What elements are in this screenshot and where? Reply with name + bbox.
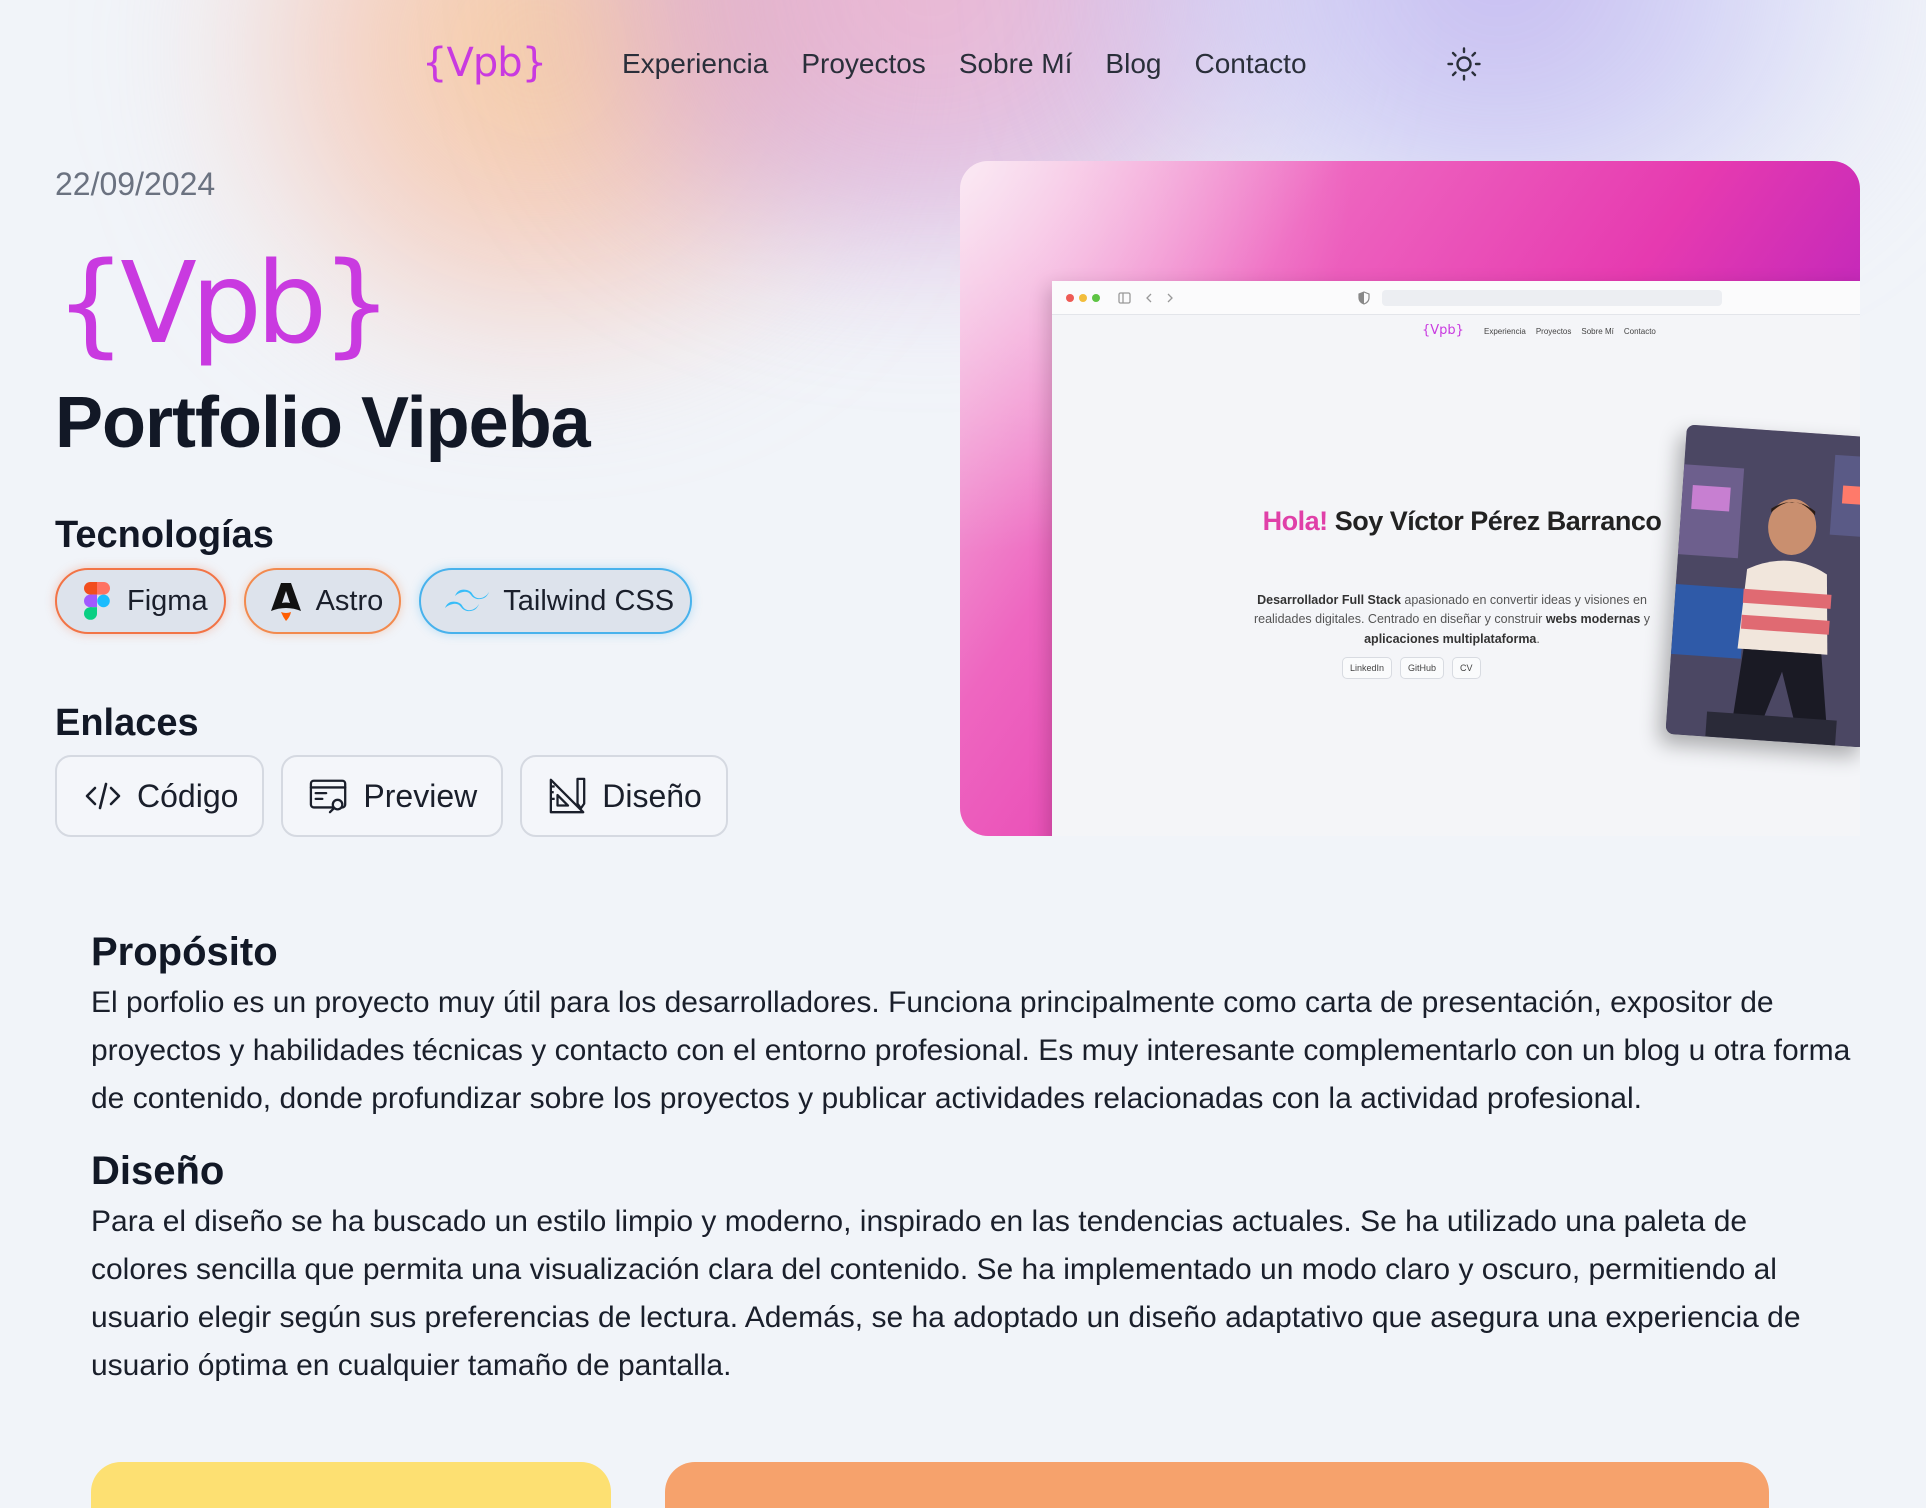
close-dot-icon — [1066, 294, 1074, 302]
nav-link-experiencia[interactable]: Experiencia — [622, 48, 768, 80]
link-buttons: Código Preview Diseño — [55, 755, 728, 837]
tailwind-icon — [443, 581, 491, 621]
nav-link-proyectos[interactable]: Proyectos — [801, 48, 926, 80]
preview-github-button: GitHub — [1400, 657, 1445, 679]
preview-hola: Hola! — [1262, 506, 1329, 536]
preview-subtitle: Desarrollador Full Stack apasionado en c… — [1242, 591, 1662, 649]
tech-badge-tailwind: Tailwind CSS — [419, 568, 693, 634]
link-label: Código — [137, 777, 239, 814]
mini-nav-link: Experiencia — [1484, 327, 1526, 336]
project-preview-card: {Vpb} Experiencia Proyectos Sobre Mí Con… — [960, 161, 1860, 836]
shield-icon — [1358, 291, 1370, 305]
color-card-orange — [665, 1462, 1769, 1508]
mini-nav-links: Experiencia Proyectos Sobre Mí Contacto — [1484, 327, 1656, 336]
tech-label: Tailwind CSS — [503, 584, 675, 617]
browser-toolbar — [1052, 281, 1860, 315]
tech-label: Astro — [315, 584, 384, 617]
code-icon — [83, 776, 123, 816]
mini-nav-link: Contacto — [1623, 327, 1656, 336]
preview-headline: Hola! Soy Víctor Pérez Barranco — [1252, 507, 1672, 535]
browser-mockup: {Vpb} Experiencia Proyectos Sobre Mí Con… — [1052, 281, 1860, 836]
preview-icon — [309, 776, 349, 816]
preview-name: Soy Víctor Pérez Barranco — [1334, 506, 1662, 536]
page-title: Portfolio Vipeba — [55, 383, 591, 463]
site-logo[interactable]: {Vpb} — [422, 40, 547, 86]
preview-sub-bold: webs modernas — [1545, 612, 1641, 627]
minimize-dot-icon — [1079, 294, 1087, 302]
maximize-dot-icon — [1092, 294, 1100, 302]
astro-icon — [268, 581, 304, 621]
tech-badge-astro: Astro — [243, 568, 402, 634]
mini-logo: {Vpb} — [1422, 323, 1464, 338]
tech-badges: Figma Astro Tailwind CSS — [55, 568, 693, 634]
link-label: Diseño — [602, 777, 702, 814]
section-text-proposito: El porfolio es un proyecto muy útil para… — [91, 986, 1851, 1115]
project-logo: {Vpb} — [55, 239, 392, 369]
preview-buttons: LinkedIn GitHub CV — [1342, 657, 1481, 679]
project-content: Propósito El porfolio es un proyecto muy… — [91, 930, 1851, 1416]
nav-link-blog[interactable]: Blog — [1105, 48, 1161, 80]
theme-toggle-button[interactable] — [1446, 46, 1482, 82]
preview-sub-bold: Desarrollador Full Stack — [1257, 593, 1401, 607]
preview-linkedin-button: LinkedIn — [1342, 657, 1393, 679]
preview-sub-text: . — [1536, 631, 1540, 646]
mini-nav-link: Proyectos — [1535, 327, 1572, 336]
profile-photo — [1665, 424, 1860, 748]
preview-sub-text: y — [1643, 612, 1651, 627]
url-bar — [1382, 290, 1722, 306]
mini-nav-link: Sobre Mí — [1581, 327, 1614, 336]
figma-icon — [79, 581, 115, 621]
tech-label: Figma — [127, 584, 208, 617]
section-heading-diseno: Diseño — [91, 1149, 225, 1193]
preview-cv-button: CV — [1452, 657, 1481, 679]
code-link-button[interactable]: Código — [55, 755, 265, 837]
design-icon — [548, 776, 588, 816]
nav-link-sobre-mi[interactable]: Sobre Mí — [959, 48, 1073, 80]
top-navigation: {Vpb} Experiencia Proyectos Sobre Mí Blo… — [0, 28, 1926, 104]
person-illustration — [1665, 424, 1860, 748]
browser-nav-icon — [1118, 292, 1173, 304]
tech-badge-figma: Figma — [55, 568, 226, 634]
links-heading: Enlaces — [55, 702, 199, 744]
section-text-diseno: Para el diseño se ha buscado un estilo l… — [91, 1205, 1801, 1382]
design-link-button[interactable]: Diseño — [520, 755, 728, 837]
preview-sub-bold: aplicaciones multiplataforma — [1364, 631, 1537, 646]
tech-heading: Tecnologías — [55, 514, 274, 556]
project-date: 22/09/2024 — [55, 166, 216, 202]
nav-link-contacto[interactable]: Contacto — [1194, 48, 1306, 80]
link-label: Preview — [363, 777, 478, 814]
section-heading-proposito: Propósito — [91, 930, 278, 974]
color-card-yellow — [91, 1462, 611, 1508]
sun-icon — [1447, 47, 1481, 81]
preview-link-button[interactable]: Preview — [281, 755, 504, 837]
nav-links: Experiencia Proyectos Sobre Mí Blog Cont… — [622, 48, 1340, 80]
